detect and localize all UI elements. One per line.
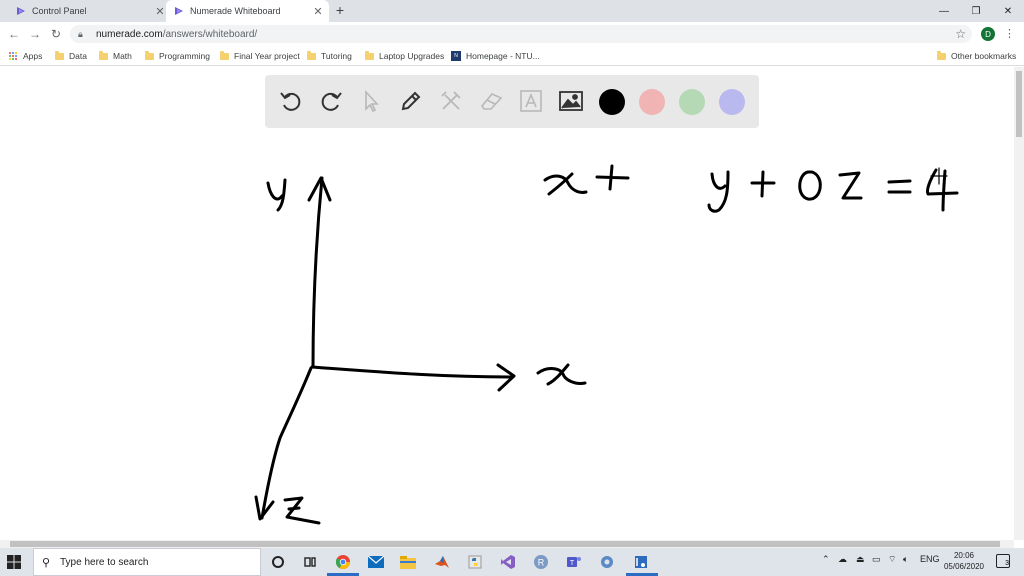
bookmark-math[interactable]: Math bbox=[99, 49, 132, 63]
chrome-icon[interactable] bbox=[333, 552, 353, 572]
bookmark-homepage-ntu[interactable]: N Homepage - NTU... bbox=[451, 49, 540, 63]
search-icon: ⚲ bbox=[42, 556, 51, 569]
mail-icon[interactable] bbox=[366, 552, 386, 572]
svg-text:R: R bbox=[538, 558, 545, 568]
file-explorer-icon[interactable] bbox=[398, 552, 418, 572]
bookmark-tutoring[interactable]: Tutoring bbox=[307, 49, 352, 63]
r-icon[interactable]: R bbox=[531, 552, 551, 572]
search-placeholder: Type here to search bbox=[60, 556, 149, 568]
python-icon[interactable] bbox=[465, 552, 485, 572]
onedrive-icon[interactable]: ☁ bbox=[838, 554, 847, 565]
folder-icon bbox=[307, 50, 316, 60]
close-tab-icon[interactable]: ✕ bbox=[153, 4, 167, 18]
whiteboard-page bbox=[0, 67, 1014, 540]
new-tab-icon[interactable]: + bbox=[333, 3, 347, 17]
tab-control-panel[interactable]: Control Panel ✕ bbox=[8, 0, 171, 22]
eq-z-stroke bbox=[838, 171, 863, 200]
eq-plus1-stroke bbox=[595, 164, 630, 191]
bookmark-apps[interactable]: Apps bbox=[9, 49, 42, 63]
browser-toolbar: ← → ↻ 🔒︎ numerade.com/answers/whiteboard… bbox=[0, 22, 1024, 46]
numerade-favicon-icon bbox=[17, 7, 25, 15]
numerade-favicon-icon bbox=[175, 7, 183, 15]
bookmark-final-year-project[interactable]: Final Year project bbox=[220, 49, 300, 63]
eq-plus2-stroke bbox=[750, 170, 776, 198]
language-indicator[interactable]: ENG bbox=[920, 554, 940, 564]
svg-text:T: T bbox=[570, 560, 575, 567]
task-view-icon[interactable] bbox=[300, 552, 320, 572]
clock-time: 20:06 bbox=[953, 551, 975, 560]
eq-equals-stroke bbox=[887, 179, 912, 194]
apps-grid-icon bbox=[9, 51, 18, 61]
bookmark-other[interactable]: Other bookmarks bbox=[937, 49, 1016, 63]
close-tab-icon[interactable]: ✕ bbox=[311, 4, 325, 18]
back-icon[interactable]: ← bbox=[6, 26, 22, 42]
show-hidden-icons-icon[interactable]: ⌃ bbox=[822, 554, 830, 565]
menu-dots-icon[interactable]: ⋮ bbox=[1004, 27, 1015, 41]
window-controls: — ❐ ✕ bbox=[928, 0, 1024, 22]
tab-title: Control Panel bbox=[32, 6, 87, 16]
x-label-stroke bbox=[536, 363, 587, 386]
lock-icon: 🔒︎ bbox=[78, 28, 83, 39]
visual-studio-icon[interactable] bbox=[498, 552, 518, 572]
battery-icon[interactable]: ▭ bbox=[872, 554, 881, 565]
whiteboard-canvas[interactable] bbox=[0, 67, 1014, 540]
reload-icon[interactable]: ↻ bbox=[48, 26, 64, 42]
wifi-icon[interactable]: ⌔ bbox=[888, 554, 896, 565]
profile-avatar[interactable]: D bbox=[981, 27, 995, 41]
clock-date: 05/06/2020 bbox=[943, 562, 985, 571]
x-axis-stroke bbox=[310, 365, 514, 379]
scrollbar-thumb[interactable] bbox=[10, 541, 1000, 547]
taskbar: ⚲ Type here to search R T ⌃ ☁ ⏏ ▭ ⌔ 🔈︎ E… bbox=[0, 548, 1024, 576]
bookmarks-bar: Apps Data Math Programming Final Year pr… bbox=[0, 46, 1024, 66]
y-axis-stroke bbox=[311, 176, 324, 369]
minimize-icon[interactable]: — bbox=[928, 0, 960, 22]
folder-icon bbox=[55, 50, 64, 60]
tab-numerade-whiteboard[interactable]: Numerade Whiteboard ✕ bbox=[166, 0, 329, 22]
folder-icon bbox=[220, 50, 229, 60]
url-text: numerade.com/answers/whiteboard/ bbox=[96, 28, 258, 40]
folder-icon bbox=[99, 50, 108, 60]
forward-icon[interactable]: → bbox=[27, 26, 43, 42]
bookmark-programming[interactable]: Programming bbox=[145, 49, 210, 63]
volume-icon[interactable]: 🔈︎ bbox=[903, 554, 908, 565]
notification-center-icon[interactable]: 3 bbox=[996, 554, 1010, 568]
tab-title: Numerade Whiteboard bbox=[190, 6, 281, 16]
close-window-icon[interactable]: ✕ bbox=[992, 0, 1024, 22]
cortana-icon[interactable] bbox=[268, 552, 288, 572]
clock[interactable]: 20:06 05/06/2020 bbox=[940, 550, 988, 572]
usb-icon[interactable]: ⏏ bbox=[856, 554, 865, 565]
notification-count: 3 bbox=[1005, 560, 1009, 567]
eq-y-stroke bbox=[707, 170, 730, 213]
windows-start-icon[interactable] bbox=[6, 554, 22, 570]
y-label-stroke bbox=[266, 178, 287, 212]
folder-icon bbox=[145, 50, 154, 60]
bookmark-data[interactable]: Data bbox=[55, 49, 87, 63]
address-bar[interactable]: 🔒︎ numerade.com/answers/whiteboard/ ☆ bbox=[70, 25, 972, 43]
restore-icon[interactable]: ❐ bbox=[960, 0, 992, 22]
scrollbar-thumb[interactable] bbox=[1016, 71, 1022, 137]
horizontal-scrollbar[interactable] bbox=[0, 540, 1014, 548]
matlab-icon[interactable] bbox=[432, 552, 452, 572]
folder-icon bbox=[365, 50, 374, 60]
settings-gear-icon[interactable] bbox=[597, 552, 617, 572]
taskbar-search-box[interactable]: ⚲ Type here to search bbox=[33, 548, 261, 576]
eq-zero-stroke bbox=[798, 170, 822, 201]
tab-strip: Control Panel ✕ Numerade Whiteboard ✕ + … bbox=[0, 0, 1024, 22]
ntu-icon: N bbox=[451, 51, 461, 61]
bookmark-laptop-upgrades[interactable]: Laptop Upgrades bbox=[365, 49, 444, 63]
teams-icon[interactable]: T bbox=[564, 552, 584, 572]
eq-x-stroke bbox=[543, 172, 588, 196]
vertical-scrollbar[interactable] bbox=[1014, 67, 1024, 540]
folder-icon bbox=[937, 50, 946, 60]
z-axis-stroke bbox=[260, 366, 313, 520]
snip-tool-icon[interactable] bbox=[631, 552, 651, 572]
z-label-stroke bbox=[283, 496, 321, 525]
bookmark-star-icon[interactable]: ☆ bbox=[955, 27, 966, 41]
